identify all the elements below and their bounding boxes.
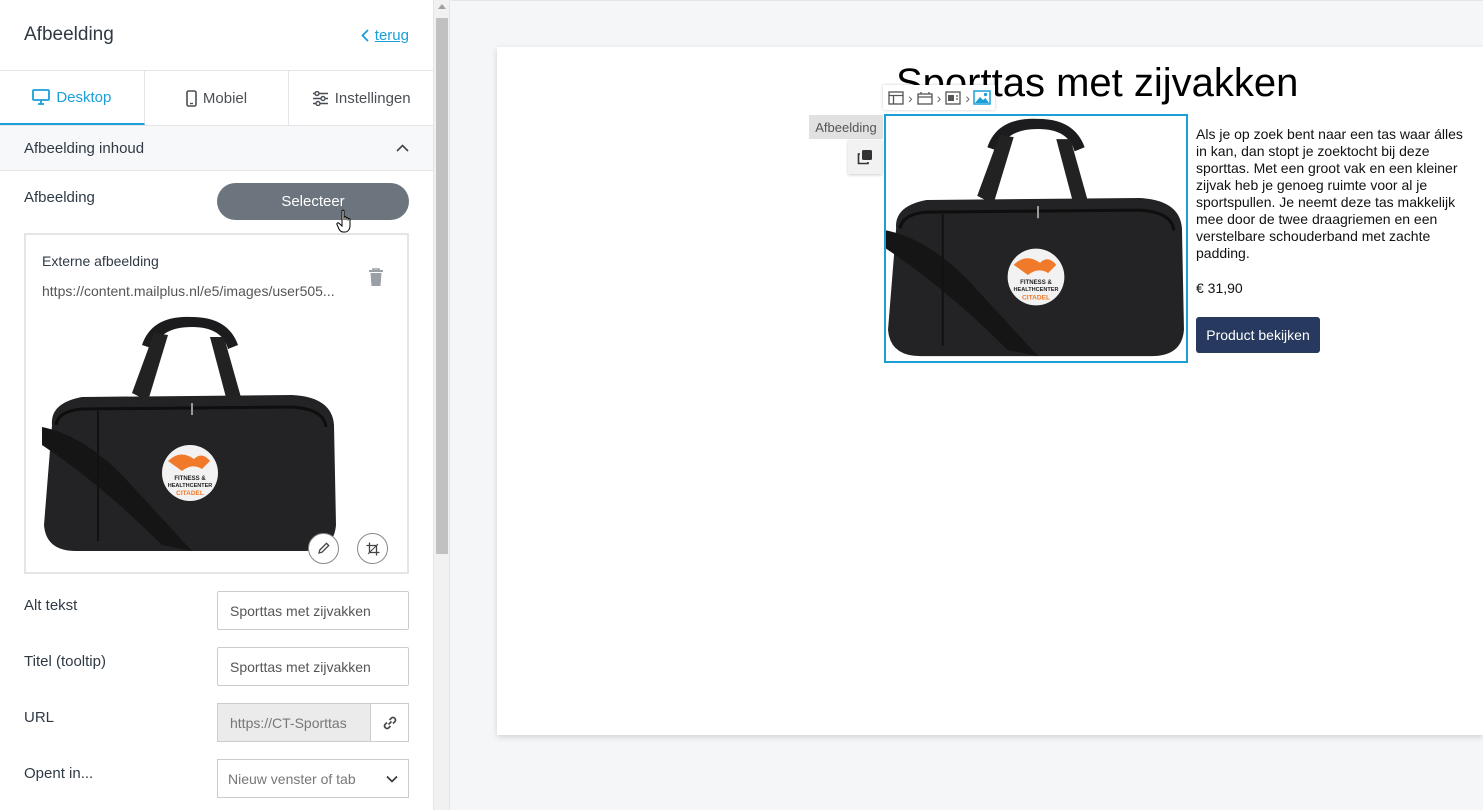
section-icon[interactable] [915, 88, 935, 108]
image-text-block-icon[interactable] [943, 88, 963, 108]
phone-icon [186, 89, 197, 107]
link-icon [383, 716, 396, 729]
panel-title: Afbeelding [24, 24, 114, 45]
image-block-icon[interactable] [972, 88, 992, 108]
chevron-down-icon [386, 775, 398, 783]
crop-icon [366, 542, 379, 555]
back-link[interactable]: terug [361, 27, 409, 44]
logo-text-1: FITNESS & [174, 476, 206, 482]
duffel-bag-image: FITNESS & HEALTHCENTER CITADEL [42, 316, 336, 551]
product-description[interactable]: Als je op zoek bent naar een tas waar ál… [1196, 126, 1468, 262]
tab-instellingen-label: Instellingen [334, 89, 411, 107]
logo-text-2: HEALTHCENTER [168, 483, 213, 489]
block-type-label: Afbeelding [809, 115, 883, 139]
breadcrumb-separator: › [908, 89, 913, 106]
email-canvas: Sporttas met zijvakken › › › Afbeelding [451, 0, 1483, 810]
logo-text-3: CITADEL [1022, 294, 1050, 301]
edit-image-button[interactable] [308, 533, 339, 564]
chevron-left-icon [361, 28, 369, 42]
alt-text-input[interactable] [217, 591, 409, 630]
section-title: Afbeelding inhoud [24, 139, 145, 157]
scroll-thumb[interactable] [436, 18, 448, 554]
tab-mobiel-label: Mobiel [202, 89, 248, 107]
alt-text-label: Alt tekst [24, 597, 78, 614]
link-button[interactable] [370, 703, 409, 742]
duplicate-icon [857, 150, 872, 165]
block-breadcrumb: › › › [883, 85, 996, 110]
opens-in-select[interactable]: Nieuw venster of tab [217, 759, 409, 798]
title-tooltip-input[interactable] [217, 647, 409, 686]
tab-instellingen[interactable]: Instellingen [289, 71, 433, 125]
title-tooltip-label: Titel (tooltip) [24, 653, 106, 670]
duffel-bag-image: FITNESS & HEALTHCENTER CITADEL [886, 118, 1184, 357]
select-button[interactable]: Selecteer [217, 183, 409, 220]
image-label: Afbeelding [24, 189, 95, 206]
logo-text-3: CITADEL [176, 490, 204, 497]
url-input[interactable] [217, 703, 371, 742]
external-image-title: Externe afbeelding [42, 253, 159, 269]
pencil-icon [318, 542, 330, 554]
panel-header: Afbeelding terug [0, 0, 433, 71]
breadcrumb-separator: › [936, 89, 942, 106]
breadcrumb-separator: › [965, 89, 971, 106]
tab-desktop[interactable]: Desktop [0, 71, 145, 125]
external-image-url: https://content.mailplus.nl/e5/images/us… [42, 283, 335, 299]
monitor-icon [32, 89, 51, 105]
sliders-icon [312, 90, 328, 106]
external-image-card: Externe afbeelding https://content.mailp… [24, 233, 409, 574]
back-link-label: terug [374, 26, 409, 44]
email-page: Sporttas met zijvakken › › › Afbeelding [497, 47, 1483, 735]
scroll-up-arrow[interactable] [438, 4, 446, 9]
device-tabs: Desktop Mobiel Instellingen [0, 71, 433, 126]
product-view-button[interactable]: Product bekijken [1196, 317, 1320, 353]
editor-panel: Afbeelding terug Desktop Mobiel Instelli… [0, 0, 434, 810]
layout-icon[interactable] [886, 88, 906, 108]
hand-cursor-icon [336, 209, 351, 233]
tab-mobiel[interactable]: Mobiel [145, 71, 290, 125]
section-header[interactable]: Afbeelding inhoud [0, 126, 433, 171]
logo-text-2: HEALTHCENTER [1013, 287, 1058, 293]
tab-desktop-label: Desktop [56, 88, 112, 106]
chevron-up-icon [396, 144, 409, 152]
product-price[interactable]: € 31,90 [1196, 280, 1243, 296]
crop-image-button[interactable] [357, 533, 388, 564]
opens-in-value: Nieuw venster of tab [228, 770, 356, 787]
panel-scrollbar[interactable] [434, 0, 450, 810]
duplicate-button[interactable] [848, 140, 882, 174]
selected-image-block[interactable]: FITNESS & HEALTHCENTER CITADEL [884, 114, 1188, 363]
opens-in-label: Opent in... [24, 765, 94, 782]
trash-icon[interactable] [367, 267, 385, 287]
logo-text-1: FITNESS & [1020, 279, 1052, 286]
url-label: URL [24, 709, 55, 726]
preview-image: FITNESS & HEALTHCENTER CITADEL [42, 315, 338, 555]
